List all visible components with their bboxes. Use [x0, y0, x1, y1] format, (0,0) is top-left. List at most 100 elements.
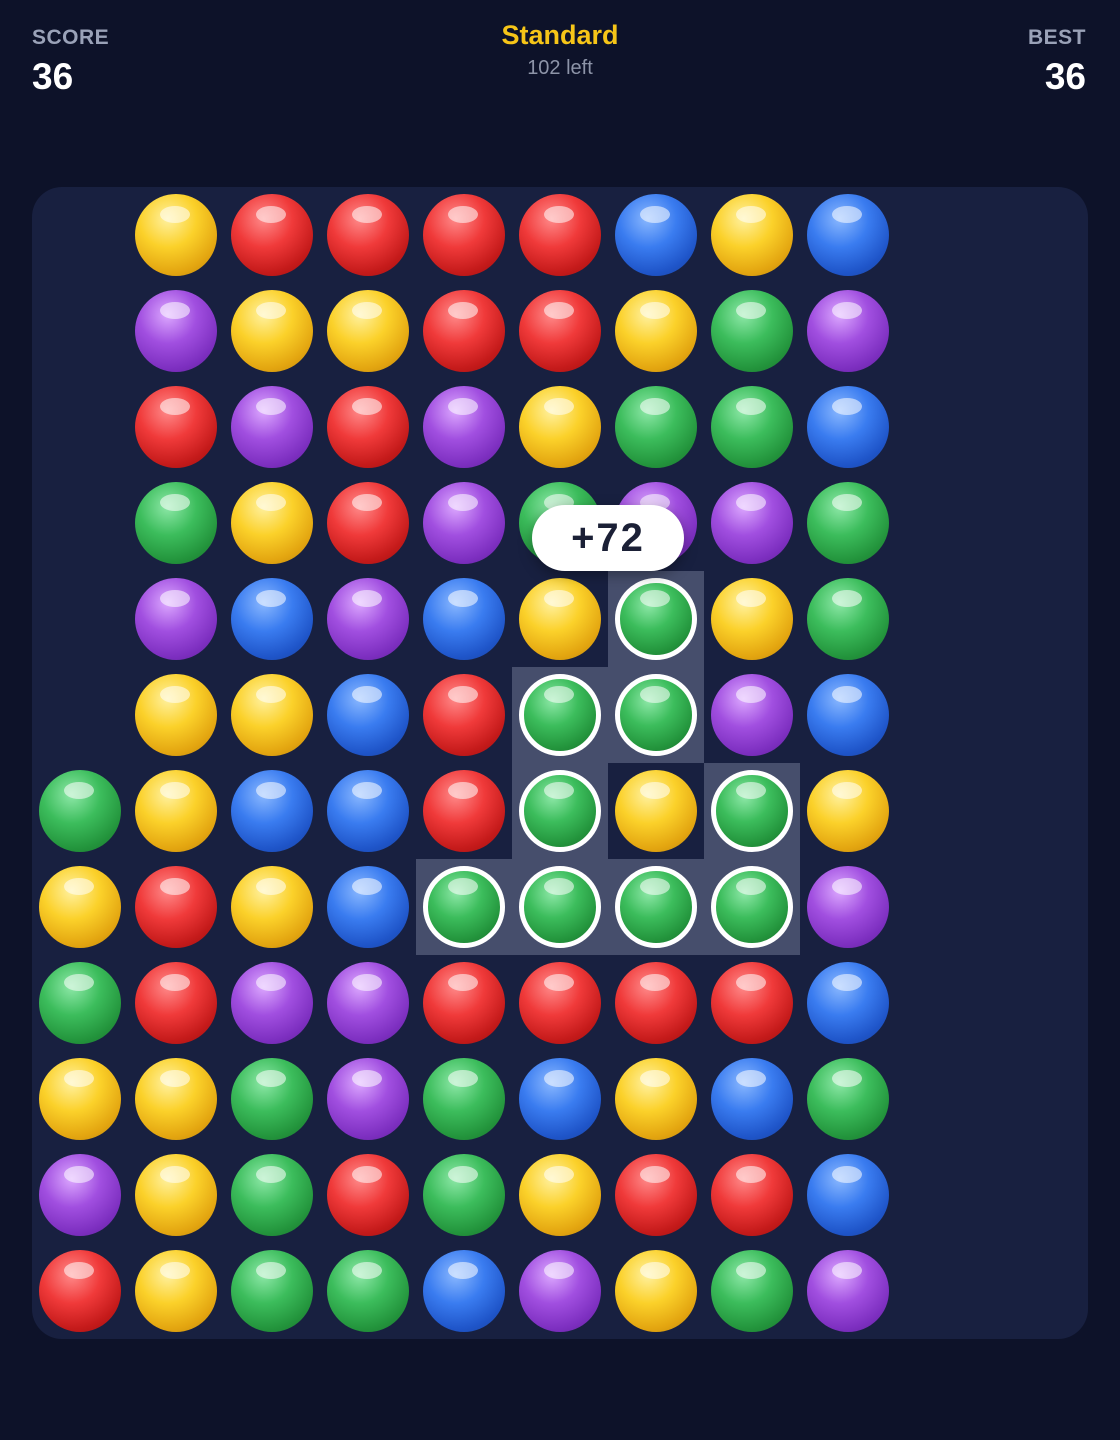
board-cell[interactable]	[704, 955, 800, 1051]
green-ball[interactable]	[327, 1250, 409, 1332]
board-cell[interactable]	[512, 667, 608, 763]
blue-ball[interactable]	[327, 674, 409, 756]
board-cell[interactable]	[128, 379, 224, 475]
board-cell[interactable]	[800, 859, 896, 955]
green-ball[interactable]	[711, 386, 793, 468]
board-cell[interactable]	[800, 763, 896, 859]
green-ball[interactable]	[519, 866, 601, 948]
red-ball[interactable]	[231, 194, 313, 276]
board-cell[interactable]	[512, 763, 608, 859]
board-cell[interactable]	[608, 1147, 704, 1243]
yellow-ball[interactable]	[711, 578, 793, 660]
red-ball[interactable]	[327, 386, 409, 468]
red-ball[interactable]	[327, 482, 409, 564]
yellow-ball[interactable]	[327, 290, 409, 372]
board-cell[interactable]	[128, 763, 224, 859]
yellow-ball[interactable]	[231, 290, 313, 372]
green-ball[interactable]	[519, 674, 601, 756]
board-cell[interactable]	[800, 283, 896, 379]
board-cell[interactable]	[416, 571, 512, 667]
board-cell[interactable]	[704, 763, 800, 859]
green-ball[interactable]	[423, 1154, 505, 1236]
yellow-ball[interactable]	[231, 674, 313, 756]
green-ball[interactable]	[231, 1250, 313, 1332]
yellow-ball[interactable]	[807, 770, 889, 852]
board-cell[interactable]	[704, 1243, 800, 1339]
red-ball[interactable]	[135, 962, 217, 1044]
board-cell[interactable]	[416, 667, 512, 763]
board-cell[interactable]	[320, 283, 416, 379]
red-ball[interactable]	[711, 962, 793, 1044]
board-cell[interactable]	[608, 763, 704, 859]
red-ball[interactable]	[135, 866, 217, 948]
purple-ball[interactable]	[327, 962, 409, 1044]
board-cell[interactable]	[704, 475, 800, 571]
board-cell[interactable]	[704, 571, 800, 667]
board-cell[interactable]	[608, 379, 704, 475]
green-ball[interactable]	[135, 482, 217, 564]
red-ball[interactable]	[423, 290, 505, 372]
board-cell[interactable]	[128, 859, 224, 955]
yellow-ball[interactable]	[135, 194, 217, 276]
board-cell[interactable]	[320, 1147, 416, 1243]
board-cell[interactable]	[128, 667, 224, 763]
board-cell[interactable]	[224, 1051, 320, 1147]
board-cell[interactable]	[512, 187, 608, 283]
board-cell[interactable]	[128, 1147, 224, 1243]
red-ball[interactable]	[423, 770, 505, 852]
green-ball[interactable]	[39, 962, 121, 1044]
board-cell[interactable]	[224, 379, 320, 475]
blue-ball[interactable]	[807, 962, 889, 1044]
red-ball[interactable]	[423, 962, 505, 1044]
yellow-ball[interactable]	[39, 1058, 121, 1140]
board-cell[interactable]	[800, 1147, 896, 1243]
board-cell[interactable]	[704, 379, 800, 475]
board-cell[interactable]	[128, 283, 224, 379]
board-cell[interactable]	[32, 1243, 128, 1339]
purple-ball[interactable]	[327, 578, 409, 660]
blue-ball[interactable]	[423, 578, 505, 660]
board-cell[interactable]	[224, 283, 320, 379]
board-cell[interactable]	[128, 955, 224, 1051]
green-ball[interactable]	[711, 866, 793, 948]
board-cell[interactable]	[512, 1051, 608, 1147]
board-cell[interactable]	[416, 379, 512, 475]
purple-ball[interactable]	[231, 962, 313, 1044]
yellow-ball[interactable]	[519, 386, 601, 468]
board-cell[interactable]	[224, 859, 320, 955]
board-cell[interactable]	[608, 1051, 704, 1147]
board-cell[interactable]	[320, 571, 416, 667]
blue-ball[interactable]	[807, 1154, 889, 1236]
board-cell[interactable]	[320, 1243, 416, 1339]
board-cell[interactable]	[128, 187, 224, 283]
green-ball[interactable]	[423, 1058, 505, 1140]
board-cell[interactable]	[704, 1147, 800, 1243]
red-ball[interactable]	[519, 194, 601, 276]
green-ball[interactable]	[231, 1154, 313, 1236]
purple-ball[interactable]	[807, 1250, 889, 1332]
board-cell[interactable]	[416, 283, 512, 379]
yellow-ball[interactable]	[615, 290, 697, 372]
board-cell[interactable]	[320, 859, 416, 955]
yellow-ball[interactable]	[135, 1058, 217, 1140]
purple-ball[interactable]	[135, 290, 217, 372]
blue-ball[interactable]	[711, 1058, 793, 1140]
red-ball[interactable]	[711, 1154, 793, 1236]
blue-ball[interactable]	[807, 194, 889, 276]
board-cell[interactable]	[608, 1243, 704, 1339]
green-ball[interactable]	[615, 866, 697, 948]
green-ball[interactable]	[807, 578, 889, 660]
yellow-ball[interactable]	[231, 866, 313, 948]
board-cell[interactable]	[512, 1243, 608, 1339]
yellow-ball[interactable]	[39, 866, 121, 948]
board-cell[interactable]	[320, 763, 416, 859]
board-cell[interactable]	[704, 859, 800, 955]
board-cell[interactable]	[32, 1051, 128, 1147]
red-ball[interactable]	[327, 194, 409, 276]
board-cell[interactable]	[608, 187, 704, 283]
board-cell[interactable]	[704, 667, 800, 763]
yellow-ball[interactable]	[135, 1154, 217, 1236]
green-ball[interactable]	[711, 770, 793, 852]
board-cell[interactable]	[32, 955, 128, 1051]
blue-ball[interactable]	[231, 770, 313, 852]
